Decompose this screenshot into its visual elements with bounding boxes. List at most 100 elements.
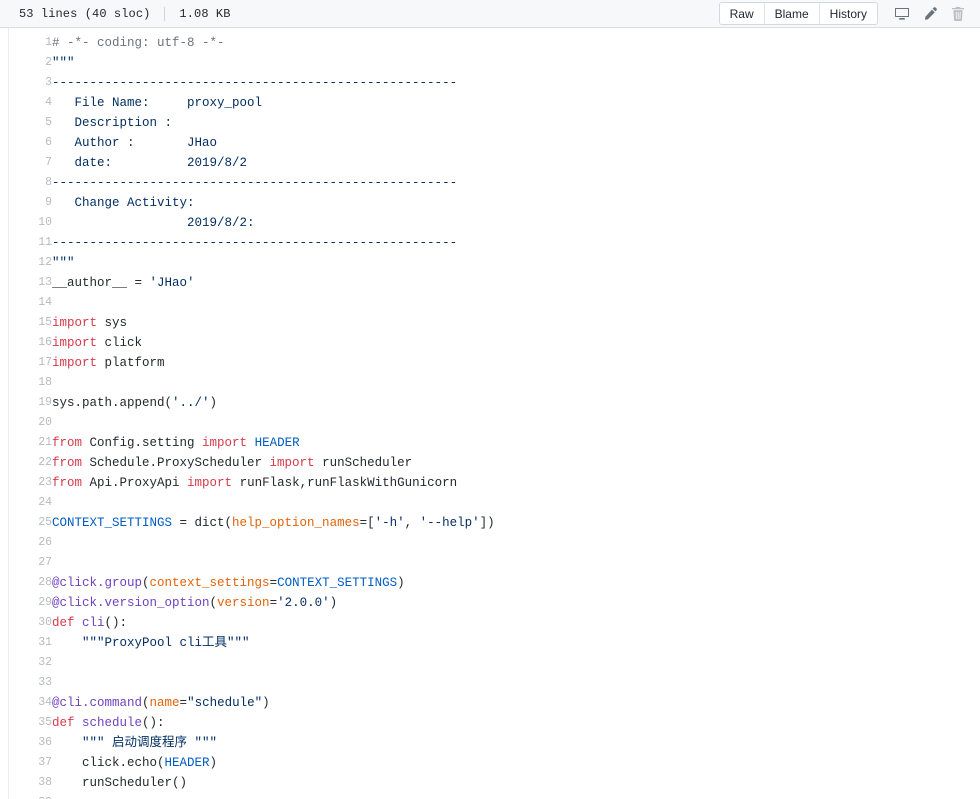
blame-button[interactable]: Blame (764, 3, 820, 24)
code-token-str: Author : JHao (52, 136, 218, 150)
file-view-button-group: Raw Blame History (718, 2, 878, 25)
code-token-plain: sys (97, 316, 128, 330)
code-token-str: '-h' (374, 516, 405, 530)
code-token-plain: = dict( (172, 516, 233, 530)
code-token-plain: ( (142, 576, 150, 590)
code-token-plain: ) (262, 696, 270, 710)
code-token-fn: @click.group (52, 576, 143, 590)
line-content: import sys (52, 313, 980, 333)
code-token-kw: import (187, 476, 233, 490)
code-line-row: 22 from Schedule.ProxyScheduler import ru… (0, 453, 980, 473)
code-token-fn: cli (82, 616, 105, 630)
code-line-row: 33 (0, 673, 980, 693)
line-content (52, 293, 980, 313)
code-line-row: 29 @click.version_option(version='2.0.0') (0, 593, 980, 613)
code-line-row: 20 (0, 413, 980, 433)
line-content (52, 533, 980, 553)
pencil-icon[interactable] (916, 3, 944, 25)
code-line-row: 8 ---------------------------------------… (0, 173, 980, 193)
code-token-plain: Schedule.ProxyScheduler (82, 456, 270, 470)
line-content (52, 673, 980, 693)
line-content (52, 653, 980, 673)
code-token-plain: = (269, 596, 278, 610)
line-content: from Config.setting import HEADER (52, 433, 980, 453)
code-token-plain: __author__ = (52, 276, 150, 290)
line-content (52, 493, 980, 513)
code-blob[interactable]: 1 # -*- coding: utf-8 -*- 2 """ 3 -----------… (0, 28, 980, 799)
code-line-row: 34 @cli.command(name="schedule") (0, 693, 980, 713)
line-content: """ProxyPool cli工具""" (52, 633, 980, 653)
line-content (52, 553, 980, 573)
code-token-plain: ( (209, 596, 218, 610)
code-line-row: 12 """ (0, 253, 980, 273)
line-content: runScheduler() (52, 773, 980, 793)
code-line-row: 7 date: 2019/8/2 (0, 153, 980, 173)
code-token-str: '../' (172, 396, 210, 410)
line-content: Description : (52, 113, 980, 133)
line-content: date: 2019/8/2 (52, 153, 980, 173)
line-content: File Name: proxy_pool (52, 93, 980, 113)
code-token-param: name (149, 696, 180, 710)
code-line-row: 26 (0, 533, 980, 553)
line-count-label: 53 lines (40 sloc) (19, 6, 151, 21)
line-content: @click.version_option(version='2.0.0') (52, 593, 980, 613)
history-button[interactable]: History (819, 3, 877, 24)
code-token-plain: = (269, 576, 278, 590)
code-line-row: 4 File Name: proxy_pool (0, 93, 980, 113)
code-line-row: 21 from Config.setting import HEADER (0, 433, 980, 453)
code-token-str: 'JHao' (149, 276, 195, 290)
trash-icon[interactable] (944, 3, 972, 25)
gutter-divider (8, 28, 9, 799)
line-content: import click (52, 333, 980, 353)
code-line-row: 28 @click.group(context_settings=CONTEXT_… (0, 573, 980, 593)
line-content (52, 793, 980, 799)
code-token-str: """ProxyPool cli工具""" (82, 636, 250, 650)
code-token-kw: import (269, 456, 315, 470)
line-content: __author__ = 'JHao' (52, 273, 980, 293)
line-content: import platform (52, 353, 980, 373)
code-token-const: CONTEXT_SETTINGS (277, 576, 398, 590)
desktop-icon[interactable] (888, 3, 916, 25)
code-line-row: 36 """ 启动调度程序 """ (0, 733, 980, 753)
code-token-plain: click.echo( (52, 756, 165, 770)
code-token-plain: ( (142, 696, 150, 710)
code-token-kw: def (52, 616, 75, 630)
line-content: def schedule(): (52, 713, 980, 733)
code-line-row: 25 CONTEXT_SETTINGS = dict(help_option_na… (0, 513, 980, 533)
code-token-plain: runScheduler (314, 456, 413, 470)
line-content: 2019/8/2: (52, 213, 980, 233)
line-content: Author : JHao (52, 133, 980, 153)
code-token-str: Change Activity: (52, 196, 195, 210)
code-line-row: 16 import click (0, 333, 980, 353)
raw-button[interactable]: Raw (719, 3, 765, 24)
code-line-row: 14 (0, 293, 980, 313)
file-size-label: 1.08 KB (179, 6, 231, 21)
code-token-kw: def (52, 716, 75, 730)
code-token-plain: ) (397, 576, 405, 590)
line-content: CONTEXT_SETTINGS = dict(help_option_name… (52, 513, 980, 533)
line-content: click.echo(HEADER) (52, 753, 980, 773)
code-token-str: """ 启动调度程序 """ (82, 736, 218, 750)
code-token-kw: from (52, 456, 83, 470)
code-token-str: "schedule" (187, 696, 263, 710)
line-content (52, 373, 980, 393)
code-token-const: HEADER (254, 436, 300, 450)
code-token-fn: schedule (82, 716, 143, 730)
code-token-kw: from (52, 476, 83, 490)
line-content: @click.group(context_settings=CONTEXT_SE… (52, 573, 980, 593)
line-content: Change Activity: (52, 193, 980, 213)
code-line-row: 38 runScheduler() (0, 773, 980, 793)
code-token-plain: , (404, 516, 420, 530)
code-line-row: 30 def cli(): (0, 613, 980, 633)
code-line-row: 1 # -*- coding: utf-8 -*- (0, 33, 980, 53)
code-token-plain: runFlask,runFlaskWithGunicorn (232, 476, 458, 490)
meta-divider (164, 6, 166, 21)
code-line-row: 17 import platform (0, 353, 980, 373)
line-content (52, 413, 980, 433)
code-token-str: """ (52, 56, 75, 70)
code-token-str: ----------------------------------------… (52, 176, 458, 190)
file-actions: Raw Blame History (718, 0, 972, 28)
